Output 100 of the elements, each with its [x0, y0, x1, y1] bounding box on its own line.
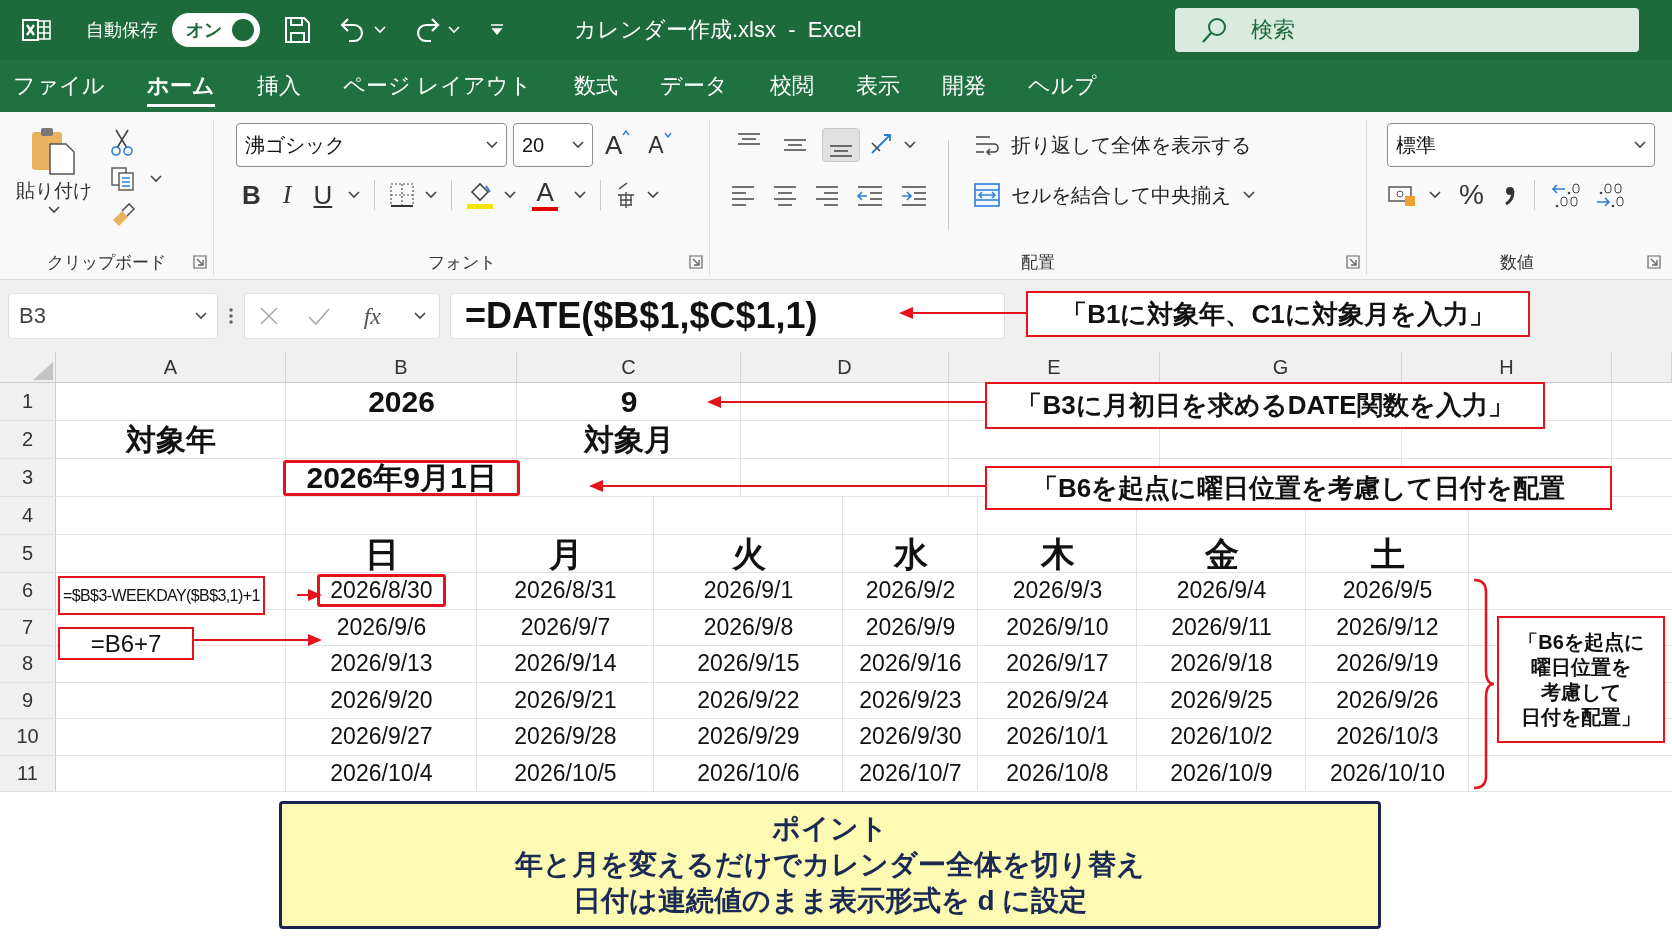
align-left-icon[interactable]: [730, 183, 756, 207]
row-number[interactable]: 11: [0, 755, 56, 791]
column-header[interactable]: C: [517, 352, 741, 382]
chevron-icon[interactable]: [647, 191, 660, 199]
menu-tab[interactable]: 校閲: [749, 60, 836, 112]
paste-button[interactable]: 貼り付け: [10, 120, 98, 249]
row-number[interactable]: 4: [0, 497, 56, 534]
fill-color-icon[interactable]: [466, 180, 495, 210]
shrink-font-button[interactable]: A: [642, 129, 678, 161]
menu-tab[interactable]: 表示: [835, 60, 922, 112]
increase-decimal-icon[interactable]: [1550, 181, 1583, 209]
save-icon[interactable]: [282, 15, 312, 45]
chevron-icon[interactable]: [413, 312, 426, 320]
cell-value: 2026年9月1日: [283, 459, 520, 496]
note-line: 「B6を起点に: [1518, 629, 1644, 655]
launcher-icon[interactable]: [1647, 255, 1661, 269]
row-number[interactable]: 8: [0, 646, 56, 682]
menu-tab[interactable]: ホーム: [126, 60, 236, 112]
underline-button[interactable]: U: [307, 177, 339, 213]
row-number[interactable]: 1: [0, 383, 56, 420]
number-format-dropdown[interactable]: 標準: [1387, 123, 1655, 167]
customize-icon[interactable]: [490, 24, 504, 36]
row-number[interactable]: 9: [0, 682, 56, 718]
insert-function-button[interactable]: fx: [357, 301, 387, 331]
launcher-icon[interactable]: [193, 255, 207, 269]
borders-icon[interactable]: [389, 182, 416, 208]
chevron-icon[interactable]: [1243, 191, 1255, 199]
percent-style-button[interactable]: %: [1453, 178, 1490, 212]
menu-tab[interactable]: 開発: [921, 60, 1008, 112]
decrease-indent-icon[interactable]: [856, 183, 884, 207]
row-number[interactable]: 5: [0, 535, 56, 572]
group-label: フォント: [427, 251, 496, 274]
date-value: 2026/9/26: [1335, 685, 1440, 715]
copy-icon[interactable]: [110, 166, 136, 192]
chevron-icon[interactable]: [504, 191, 517, 199]
chevron-icon[interactable]: [574, 191, 587, 199]
font-name-dropdown[interactable]: 沸ゴシック: [236, 123, 507, 167]
row-number[interactable]: 6: [0, 573, 56, 609]
weekday-header: 月: [548, 536, 583, 571]
date-value: 2026/9/15: [696, 649, 801, 679]
date-value: 2026/9/30: [858, 722, 963, 752]
align-center-icon[interactable]: [772, 183, 798, 207]
more-options-icon[interactable]: [228, 306, 234, 326]
increase-indent-icon[interactable]: [900, 183, 928, 207]
date-value: 2026/10/9: [1169, 758, 1274, 788]
chevron-icon[interactable]: [348, 191, 361, 199]
date-value: 2026/10/8: [1005, 758, 1110, 788]
chevron-icon[interactable]: [1429, 191, 1441, 199]
note-line: 日付を配置」: [1521, 704, 1641, 730]
date-value: 2026/9/17: [1005, 649, 1110, 679]
search-field[interactable]: 検索: [1175, 8, 1639, 52]
chevron-icon[interactable]: [425, 191, 438, 199]
launcher-icon[interactable]: [689, 255, 703, 269]
callout-note: 「B6を起点に曜日位置を考慮して日付を配置: [985, 466, 1612, 510]
column-header[interactable]: A: [56, 352, 286, 382]
row-number[interactable]: 2: [0, 421, 56, 458]
launcher-icon[interactable]: [1346, 255, 1360, 269]
row-number[interactable]: 3: [0, 459, 56, 496]
wrap-text-button[interactable]: 折り返して全体を表示する: [969, 129, 1255, 161]
menu-tab[interactable]: 数式: [553, 60, 640, 112]
formula-field[interactable]: =DATE($B$1,$C$1,1): [450, 293, 1005, 339]
column-header[interactable]: B: [286, 352, 517, 382]
italic-button[interactable]: I: [276, 178, 298, 212]
scissors-icon[interactable]: [110, 128, 134, 156]
cell-value: 対象月: [582, 421, 675, 458]
date-value: 2026/9/3: [1011, 576, 1104, 606]
group-label: クリップボード: [47, 251, 166, 274]
currency-format-icon[interactable]: [1387, 183, 1417, 207]
chevron-icon[interactable]: [150, 175, 162, 183]
font-size-dropdown[interactable]: 20: [513, 123, 593, 167]
row-number[interactable]: 10: [0, 719, 56, 755]
formula-note: =B6+7: [58, 627, 194, 660]
grow-font-button[interactable]: A: [599, 127, 637, 163]
autosave-toggle[interactable]: オン: [172, 13, 260, 47]
align-right-icon[interactable]: [814, 183, 840, 207]
menu-tab[interactable]: 挿入: [236, 60, 322, 112]
menu-tab[interactable]: データ: [639, 60, 750, 112]
menu-tab[interactable]: ページ レイアウト: [322, 60, 554, 112]
date-value: 2026/9/10: [1005, 612, 1110, 642]
date-value: 2026/9/22: [696, 685, 801, 715]
date-value: 2026/9/20: [329, 685, 434, 715]
weekday-header: 金: [1204, 536, 1239, 571]
menu-tab[interactable]: ファイル: [0, 60, 126, 112]
vertical-align-button[interactable]: [822, 128, 860, 162]
row-number[interactable]: 7: [0, 609, 56, 645]
align-bottom-icon: [829, 145, 853, 157]
merge-cells-icon: [973, 182, 1001, 208]
name-box[interactable]: B3: [8, 293, 218, 339]
date-value: 2026/9/25: [1169, 685, 1274, 715]
date-value: 2026/9/12: [1335, 612, 1440, 642]
font-color-button[interactable]: A: [526, 177, 565, 213]
bold-button[interactable]: B: [236, 177, 267, 213]
decrease-decimal-icon[interactable]: [1594, 181, 1627, 209]
date-value: 2026/8/30: [317, 574, 446, 608]
date-value: 2026/9/21: [513, 685, 618, 715]
chevron-icon[interactable]: [904, 141, 916, 149]
column-header[interactable]: D: [741, 352, 949, 382]
date-value: 2026/9/13: [329, 649, 434, 679]
menu-tab[interactable]: ヘルプ: [1007, 60, 1119, 112]
merge-center-button[interactable]: セルを結合して中央揃え: [969, 179, 1235, 211]
